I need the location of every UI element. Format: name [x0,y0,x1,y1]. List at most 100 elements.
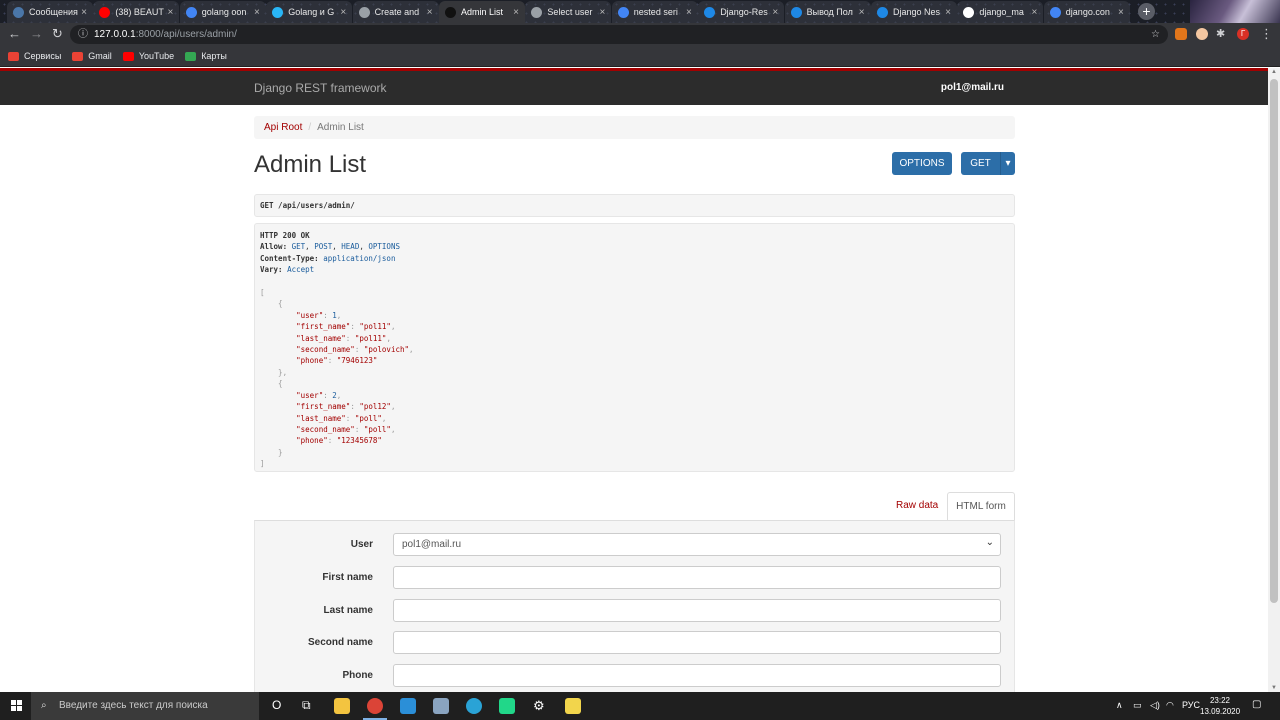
browser-tab[interactable]: Admin List × [439,1,525,23]
tab-close-icon[interactable]: × [340,7,346,18]
tab-favicon-icon [445,6,456,18]
extensions-puzzle-icon[interactable]: ✱ [1216,27,1225,41]
get-button[interactable]: GET [961,152,1000,175]
metamask-extension-icon[interactable] [1175,28,1187,40]
tray-overflow-icon[interactable]: ∧ [1116,700,1123,711]
browser-tab[interactable]: Create and × [352,1,439,23]
tab-close-icon[interactable]: × [513,7,519,18]
get-format-dropdown[interactable]: ▾ [1000,152,1015,175]
bookmark-star-icon[interactable]: ☆ [1151,25,1160,44]
task-view-icon[interactable]: ⧉ [302,698,311,713]
tab-close-icon[interactable]: × [1118,7,1124,18]
notes-app-icon[interactable] [565,698,581,714]
browser-tab[interactable]: Django Nes × [871,1,957,23]
tab-close-icon[interactable]: × [1032,7,1038,18]
user-select[interactable]: pol1@mail.ru ⌄ [393,533,1001,556]
tab-raw-data[interactable]: Raw data [896,500,938,511]
browser-toolbar: ← → ↻ ⓘ 127.0.0.1:8000/api/users/admin/ … [0,23,1280,46]
tab-favicon-icon [704,6,716,18]
address-bar[interactable]: ⓘ 127.0.0.1:8000/api/users/admin/ ☆ [70,25,1168,44]
file-explorer-icon[interactable] [334,698,350,714]
tab-close-icon[interactable]: × [772,7,778,18]
wifi-icon[interactable]: ◠ [1166,700,1174,711]
bookmark-label: Сервисы [24,51,62,61]
first-name-input[interactable] [393,566,1001,589]
page-scrollbar[interactable]: ▲ ▼ [1268,68,1280,692]
browser-tab[interactable]: nested seri × [611,1,698,23]
scroll-up-icon[interactable]: ▲ [1270,69,1278,75]
last-name-input[interactable] [393,599,1001,622]
allow-method: OPTIONS [368,242,400,252]
scrollbar-thumb[interactable] [1270,79,1278,603]
tab-favicon-icon [790,6,802,18]
site-info-icon[interactable]: ⓘ [78,25,88,44]
breadcrumb-api-root[interactable]: Api Root [264,122,302,133]
bookmark-item[interactable]: Карты [185,51,227,61]
notifications-icon[interactable]: ▢ [1252,699,1261,710]
system-clock[interactable]: 23:22 13.09.2020 [1200,695,1240,717]
bookmarks-bar: Сервисы Gmail YouTube Карты [0,46,1280,67]
chrome-icon[interactable] [367,698,383,714]
bookmark-favicon-icon [122,51,134,61]
tab-close-icon[interactable]: × [600,7,606,18]
browser-tab[interactable]: Вывод Пол × [784,1,871,23]
profile-avatar[interactable]: Г [1237,28,1249,40]
bookmark-favicon-icon [8,51,19,61]
browser-tab[interactable]: (38) BEAUT × [93,1,180,23]
request-info: GET /api/users/admin/ [254,194,1015,217]
tab-close-icon[interactable]: × [427,7,433,18]
app-icon[interactable] [433,698,449,714]
browser-tab[interactable]: django.con × [1043,1,1130,23]
response-info: HTTP 200 OK Allow: GET, POST, HEAD, OPTI… [254,223,1015,472]
tab-close-icon[interactable]: × [254,7,260,18]
volume-icon[interactable]: ◁) [1150,700,1160,711]
drf-brand[interactable]: Django REST framework [254,81,387,95]
tab-close-icon[interactable]: × [168,7,174,18]
windows-start-icon[interactable] [11,700,23,712]
tab-label: Golang и G [288,7,335,17]
tab-label: Admin List [461,7,504,17]
new-tab-button[interactable]: + [1138,3,1155,20]
response-value: "pol11" [359,322,391,332]
bookmark-item[interactable]: Сервисы [8,51,61,61]
pycharm-icon[interactable] [499,698,515,714]
tab-label: django.con [1065,7,1110,17]
phone-input[interactable] [393,664,1001,687]
tab-favicon-icon [99,6,111,18]
browser-tab[interactable]: Сообщения × [7,1,93,23]
input-language[interactable]: РУС [1182,700,1200,710]
browser-tab[interactable]: Golang и G × [266,1,353,23]
bookmark-item[interactable]: Gmail [72,51,112,61]
vscode-icon[interactable] [400,698,416,714]
extension-icon[interactable] [1196,28,1208,40]
tab-close-icon[interactable]: × [81,7,87,18]
taskbar-search-box[interactable]: ⌕ Введите здесь текст для поиска [31,692,259,720]
network-icon[interactable]: ▭ [1133,700,1142,711]
tab-close-icon[interactable]: × [945,7,951,18]
back-icon[interactable]: ← [8,27,21,41]
browser-tab[interactable]: golang oon × [179,1,266,23]
tab-html-form[interactable]: HTML form [947,492,1015,521]
browser-menu-icon[interactable]: ⋮ [1260,27,1273,41]
reload-icon[interactable]: ↻ [52,27,63,41]
bookmark-favicon-icon [72,51,84,61]
forward-icon[interactable]: → [30,27,43,41]
browser-tab[interactable]: Select user × [525,1,612,23]
tab-favicon-icon [877,6,888,18]
taskbar-search-placeholder: Введите здесь текст для поиска [59,700,208,711]
settings-gear-icon[interactable]: ⚙ [533,698,545,714]
browser-tab[interactable]: django_ma × [957,1,1044,23]
tab-close-icon[interactable]: × [859,7,865,18]
tab-close-icon[interactable]: × [686,7,692,18]
url-host: 127.0.0.1 [94,29,136,40]
telegram-icon[interactable] [466,698,482,714]
options-button[interactable]: OPTIONS [892,152,952,175]
page-title: Admin List [254,151,367,178]
cortana-icon[interactable]: O [272,698,281,712]
logged-in-user[interactable]: pol1@mail.ru [941,82,1004,93]
tab-favicon-icon [617,6,629,18]
second-name-input[interactable] [393,631,1001,654]
browser-tab[interactable]: Django-Res × [698,1,785,23]
scroll-down-icon[interactable]: ▼ [1270,685,1278,691]
bookmark-item[interactable]: YouTube [122,51,174,61]
